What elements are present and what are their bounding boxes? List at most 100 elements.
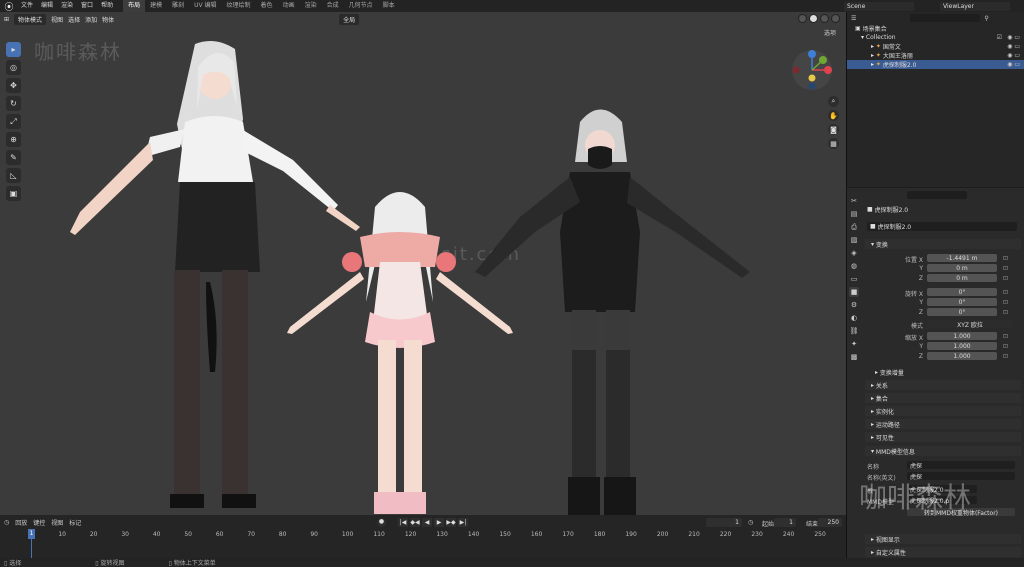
eye-icon[interactable]: ◉ ▭ xyxy=(1007,52,1020,59)
menu-window[interactable]: 窗口 xyxy=(77,0,97,12)
lock-icon[interactable]: ⊡ xyxy=(1003,275,1008,282)
tab-shading[interactable]: 着色 xyxy=(256,0,278,12)
physics-tab-icon[interactable]: ◐ xyxy=(849,313,859,323)
scale-y-field[interactable]: 1.000 xyxy=(927,342,997,350)
section-motion-paths[interactable]: ▸ 运动路径 xyxy=(865,419,1021,429)
rotation-y-field[interactable]: 0° xyxy=(927,298,997,306)
section-visibility[interactable]: ▸ 可见性 xyxy=(865,432,1021,442)
rotation-mode-dropdown[interactable]: XYZ 欧拉 xyxy=(927,320,1013,329)
menu-edit[interactable]: 编辑 xyxy=(37,0,57,12)
lock-icon[interactable]: ⊡ xyxy=(1003,343,1008,350)
tab-texture-paint[interactable]: 纹理绘制 xyxy=(222,0,256,12)
modifier-tab-icon[interactable]: ⚙ xyxy=(849,300,859,310)
tab-compositing[interactable]: 合成 xyxy=(322,0,344,12)
menu-help[interactable]: 帮助 xyxy=(97,0,117,12)
output-tab-icon[interactable]: ⎙ xyxy=(849,222,859,232)
render-tab-icon[interactable]: ▤ xyxy=(849,209,859,219)
outliner-type-icon[interactable]: ☰ xyxy=(851,15,856,22)
jump-start-icon[interactable]: |◀ xyxy=(398,518,408,527)
timeline-ruler[interactable]: 1102030405060708090100110120130140150160… xyxy=(0,531,846,541)
tab-scripting[interactable]: 脚本 xyxy=(378,0,400,12)
tool-tab-icon[interactable]: ✂ xyxy=(849,196,859,206)
lock-icon[interactable]: ⊡ xyxy=(1003,265,1008,272)
jump-end-icon[interactable]: ▶| xyxy=(458,518,468,527)
3d-viewport[interactable]: ⊞ 物体模式 视图 选择 添加 物体 全局 选项 ▸ ◎ ✥ ↻ ⤢ ⊕ ✎ ◺… xyxy=(0,12,846,515)
lock-icon[interactable]: ⊡ xyxy=(1003,289,1008,296)
section-collections[interactable]: ▸ 集合 xyxy=(865,393,1021,403)
tab-sculpt[interactable]: 雕刻 xyxy=(167,0,189,12)
end-frame-field[interactable]: 250 xyxy=(818,518,842,527)
section-custom-properties[interactable]: ▸ 自定义属性 xyxy=(865,547,1021,557)
menu-playback[interactable]: 回放 xyxy=(15,518,27,527)
eye-icon[interactable]: ◉ ▭ xyxy=(1007,61,1020,68)
collection-tab-icon[interactable]: ▭ xyxy=(849,274,859,284)
next-keyframe-icon[interactable]: ▶◆ xyxy=(446,518,456,527)
playhead[interactable]: 1 xyxy=(28,529,35,539)
location-z-field[interactable]: 0 m xyxy=(927,274,997,282)
blender-logo-icon[interactable]: ⦿ xyxy=(4,1,14,13)
include-checkbox[interactable]: ☑ xyxy=(997,34,1002,41)
eye-icon[interactable]: ◉ ▭ xyxy=(1007,43,1020,50)
scene-selector[interactable]: Scene xyxy=(844,2,914,11)
play-reverse-icon[interactable]: ◀ xyxy=(422,518,432,527)
view-layer-selector[interactable]: ViewLayer xyxy=(940,2,1010,11)
tab-animation[interactable]: 动画 xyxy=(278,0,300,12)
clock-icon[interactable]: ◷ xyxy=(748,519,753,526)
tab-layout[interactable]: 布局 xyxy=(123,0,146,12)
section-mmd-info[interactable]: ▾ MMD模型信息 xyxy=(865,446,1021,456)
lock-icon[interactable]: ⊡ xyxy=(1003,299,1008,306)
outliner-item-object-3[interactable]: ▸ ✦ 虎探制服2.0 ◉ ▭ xyxy=(847,60,1024,69)
tab-rendering[interactable]: 渲染 xyxy=(300,0,322,12)
object-tab-icon[interactable]: ■ xyxy=(849,287,859,297)
lock-icon[interactable]: ⊡ xyxy=(1003,255,1008,262)
tab-uv[interactable]: UV 编辑 xyxy=(189,0,221,12)
current-frame-field[interactable]: 1 xyxy=(706,518,742,527)
timeline-tick-label: 30 xyxy=(121,531,129,538)
prev-keyframe-icon[interactable]: ◆◀ xyxy=(410,518,420,527)
rotation-x-field[interactable]: 0° xyxy=(927,288,997,296)
outliner-search-input[interactable] xyxy=(910,14,981,22)
location-y-field[interactable]: 0 m xyxy=(927,264,997,272)
outliner-item-object-1[interactable]: ▸ ✦ 国常文 ◉ ▭ xyxy=(847,42,1024,51)
delta-transform-subpanel[interactable]: ▸ 变换增量 xyxy=(875,368,904,377)
timeline-tick-label: 50 xyxy=(184,531,192,538)
eye-icon[interactable]: ◉ ▭ xyxy=(1007,34,1020,41)
timeline-tick-label: 190 xyxy=(625,531,637,538)
record-button[interactable]: ● xyxy=(377,518,386,527)
location-label: 位置 X xyxy=(904,257,923,264)
timeline-type-icon[interactable]: ◷ xyxy=(4,519,9,526)
outliner-item-object-2[interactable]: ▸ ✦ 大国王洛丽 ◉ ▭ xyxy=(847,51,1024,60)
start-frame-field[interactable]: 1 xyxy=(774,518,796,527)
menu-marker[interactable]: 标记 xyxy=(69,518,81,527)
lock-icon[interactable]: ⊡ xyxy=(1003,309,1008,316)
data-tab-icon[interactable]: ✦ xyxy=(849,339,859,349)
scale-x-field[interactable]: 1.000 xyxy=(927,332,997,340)
outliner-scene-collection[interactable]: ▣ 场景集合 xyxy=(847,24,1024,33)
mmd-name-field[interactable]: 虎探 xyxy=(907,461,1015,470)
outliner-item-collection[interactable]: ▾ Collection ☑ ◉ ▭ xyxy=(847,33,1024,42)
menu-file[interactable]: 文件 xyxy=(17,0,37,12)
menu-keying[interactable]: 键控 xyxy=(33,518,45,527)
object-name-field[interactable]: ■ 虎探制服2.0 xyxy=(867,222,1017,231)
section-viewport-display[interactable]: ▸ 视图显示 xyxy=(865,534,1021,544)
lock-icon[interactable]: ⊡ xyxy=(1003,353,1008,360)
constraint-tab-icon[interactable]: ⛓ xyxy=(849,326,859,336)
tab-geometry-nodes[interactable]: 几何节点 xyxy=(344,0,378,12)
scene-tab-icon[interactable]: ◈ xyxy=(849,248,859,258)
tab-modeling[interactable]: 建模 xyxy=(145,0,167,12)
location-x-field[interactable]: -1.4491 m xyxy=(927,254,997,262)
world-tab-icon[interactable]: ◍ xyxy=(849,261,859,271)
section-transform[interactable]: ▾ 变换 xyxy=(865,239,1021,249)
scale-z-field[interactable]: 1.000 xyxy=(927,352,997,360)
texture-tab-icon[interactable]: ▩ xyxy=(849,352,859,362)
play-icon[interactable]: ▶ xyxy=(434,518,444,527)
filter-icon[interactable]: ⚲ xyxy=(984,15,988,22)
menu-render[interactable]: 渲染 xyxy=(57,0,77,12)
section-relations[interactable]: ▸ 关系 xyxy=(865,380,1021,390)
view-layer-tab-icon[interactable]: ▧ xyxy=(849,235,859,245)
section-instancing[interactable]: ▸ 实例化 xyxy=(865,406,1021,416)
outliner-header: ☰ ⚲ xyxy=(847,12,1024,24)
lock-icon[interactable]: ⊡ xyxy=(1003,333,1008,340)
menu-view[interactable]: 视图 xyxy=(51,518,63,527)
rotation-z-field[interactable]: 0° xyxy=(927,308,997,316)
